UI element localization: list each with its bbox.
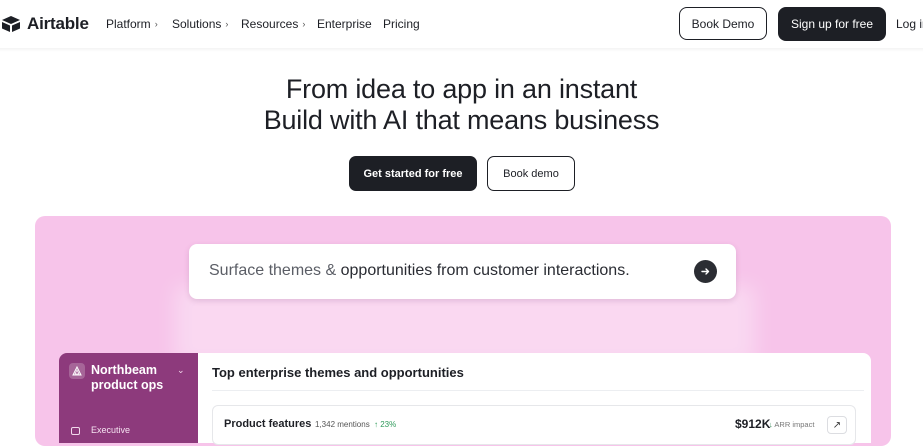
- workspace-icon: [69, 363, 85, 379]
- panel-divider: [212, 390, 864, 391]
- arrow-down-icon: ↓: [769, 420, 773, 429]
- nav-enterprise[interactable]: Enterprise: [317, 17, 372, 31]
- arrow-up-icon: ↑: [374, 420, 378, 429]
- workspace-name[interactable]: Northbeam product ops: [91, 363, 171, 393]
- logo[interactable]: Airtable: [0, 13, 89, 35]
- login-link[interactable]: Log in: [896, 17, 923, 31]
- nav-platform-label: Platform: [106, 17, 151, 31]
- chevron-right-icon: ›: [302, 19, 306, 29]
- hero-subheadline: Build with AI that means business: [263, 105, 660, 135]
- prompt-submit-button[interactable]: [694, 260, 717, 283]
- nav-resources-label: Resources: [241, 17, 299, 31]
- arr-value: $912K: [735, 417, 771, 431]
- nav-enterprise-label: Enterprise: [317, 17, 372, 31]
- signup-button[interactable]: Sign up for free: [778, 7, 886, 41]
- chevron-right-icon: ›: [154, 19, 158, 29]
- sidebar-item-executive[interactable]: Executive: [91, 425, 130, 435]
- arr-impact-label: ↓ ARR impact: [769, 420, 814, 429]
- brand-name: Airtable: [27, 14, 89, 33]
- growth-value: 23%: [380, 420, 397, 429]
- arrow-right-icon: [701, 268, 710, 275]
- nav-divider: [0, 48, 923, 52]
- hero-headline: From idea to app in an instant: [285, 74, 638, 104]
- prompt-text: Surface themes & opportunities from cust…: [209, 262, 630, 280]
- nav-pricing[interactable]: Pricing: [383, 17, 420, 31]
- top-nav: Airtable Platform › Solutions › Resource…: [0, 0, 923, 48]
- chevron-right-icon: ›: [225, 19, 229, 29]
- briefcase-icon: [71, 427, 80, 435]
- app-sidebar: Northbeam product ops ⌄ Executive: [59, 353, 198, 443]
- get-started-button[interactable]: Get started for free: [349, 156, 477, 191]
- growth-badge: ↑ 23%: [374, 420, 396, 429]
- hero-book-demo-button[interactable]: Book demo: [487, 156, 575, 191]
- arr-impact-text: ARR impact: [774, 420, 815, 429]
- prompt-text-part1: Surface themes &: [209, 262, 341, 279]
- airtable-logo-icon: [2, 16, 20, 32]
- panel-title: Top enterprise themes and opportunities: [212, 365, 464, 380]
- triangle-logo-icon: [72, 366, 82, 376]
- nav-resources[interactable]: Resources ›: [241, 17, 305, 31]
- theme-name: Product features: [224, 418, 312, 430]
- mentions-count: 1,342 mentions: [315, 420, 370, 429]
- nav-solutions[interactable]: Solutions ›: [172, 17, 228, 31]
- app-main-panel: Top enterprise themes and opportunities …: [198, 353, 871, 445]
- nav-platform[interactable]: Platform ›: [106, 17, 158, 31]
- theme-row[interactable]: Product features 1,342 mentions ↑ 23% $9…: [212, 405, 856, 445]
- nav-solutions-label: Solutions: [172, 17, 222, 31]
- ai-prompt-box[interactable]: Surface themes & opportunities from cust…: [189, 244, 736, 299]
- prompt-text-part2: opportunities from customer interactions…: [340, 262, 630, 279]
- nav-pricing-label: Pricing: [383, 17, 420, 31]
- book-demo-button[interactable]: Book Demo: [679, 7, 767, 40]
- chevron-down-icon[interactable]: ⌄: [177, 365, 185, 376]
- open-external-icon[interactable]: ↗: [827, 416, 847, 434]
